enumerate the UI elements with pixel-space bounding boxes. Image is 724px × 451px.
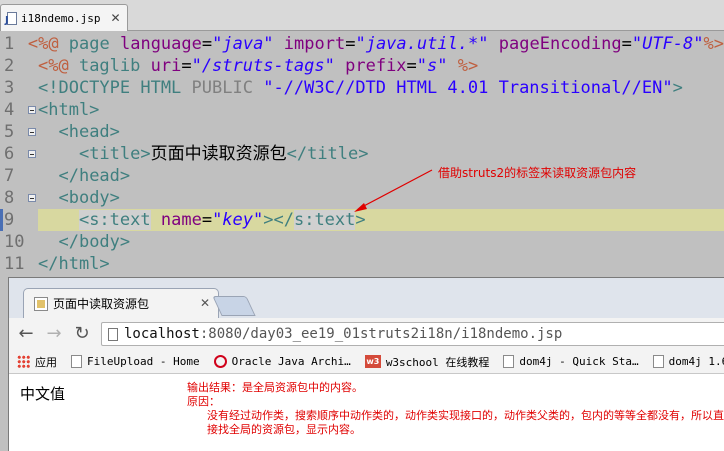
code-editor: J i18ndemo.jsp ✕ 1 <%@ page language="ja…: [0, 0, 724, 275]
line-number: 3: [4, 78, 15, 98]
bookmark-oracle[interactable]: Oracle Java Archi…: [213, 355, 351, 368]
code-text: </html>: [38, 254, 110, 274]
code-area[interactable]: 1 <%@ page language="java" import="java.…: [0, 33, 724, 275]
w3school-icon: w3: [364, 355, 381, 368]
bookmark-apps[interactable]: 应用: [17, 354, 57, 370]
reload-icon[interactable]: ↻: [71, 323, 93, 345]
rendered-value: 中文值: [20, 385, 66, 403]
editor-tab-title: i18ndemo.jsp: [21, 11, 101, 25]
bookmark-dom4j[interactable]: dom4j 1.6.: [652, 355, 724, 368]
code-line: 6 <title>页面中读取资源包</title>: [0, 143, 724, 165]
line-number: 10: [4, 232, 25, 252]
code-text: <%@ page language="java" import="java.ut…: [27, 34, 724, 54]
code-text: </body>: [58, 232, 131, 252]
bookmark-dom4j-quickstart[interactable]: dom4j - Quick Sta…: [503, 355, 639, 368]
note-line-reason-label: 原因：: [187, 395, 220, 408]
line-number: 1: [4, 34, 15, 54]
page-content: 中文值 输出结果：是全局资源包中的内容。 原因： 没有经过动作类，搜索顺序中动作…: [9, 375, 724, 451]
line-number: 11: [4, 254, 25, 274]
current-code-line: 9 <s:text name="key"></s:text>: [0, 209, 724, 231]
browser-tab-title: 页面中读取资源包: [53, 297, 150, 311]
fold-toggle-icon[interactable]: [28, 194, 36, 202]
apps-icon: [17, 355, 30, 368]
bookmark-w3school[interactable]: w3 w3school 在线教程: [364, 354, 489, 370]
favicon-icon: [34, 296, 48, 311]
code-text: <s:text name="key"></s:text>: [78, 210, 366, 230]
close-icon[interactable]: ✕: [110, 11, 120, 25]
editor-tab-bar: J i18ndemo.jsp ✕: [0, 0, 724, 31]
browser-tab-active[interactable]: 页面中读取资源包 ✕: [23, 288, 219, 318]
bookmarks-bar: 应用 FileUpload - Home Oracle Java Archi… …: [9, 350, 724, 374]
code-text: </head>: [58, 166, 131, 186]
back-arrow-icon[interactable]: ←: [15, 323, 37, 345]
fold-toggle-icon[interactable]: [28, 128, 36, 136]
address-bar[interactable]: localhost:8080/day03_ee19_01struts2i18n/…: [101, 322, 724, 346]
code-line: 1 <%@ page language="java" import="java.…: [0, 33, 724, 55]
browser-tab-strip: 页面中读取资源包 ✕: [9, 278, 724, 318]
code-line: 8 <body>: [0, 187, 724, 209]
current-line-marker: [0, 209, 3, 231]
editor-tab-i18ndemo[interactable]: J i18ndemo.jsp ✕: [0, 4, 128, 31]
oracle-icon: [213, 355, 227, 368]
close-icon[interactable]: ✕: [200, 296, 210, 310]
code-text: <head>: [58, 122, 120, 142]
code-line: 4 <html>: [0, 99, 724, 121]
annotation-label: 借助struts2的标签来读取资源包内容: [438, 166, 637, 180]
page-icon: [503, 355, 515, 368]
code-text: <title>页面中读取资源包</title>: [78, 144, 369, 164]
url-text: localhost:8080/day03_ee19_01struts2i18n/…: [124, 326, 563, 342]
page-icon: [652, 355, 664, 368]
line-number: 5: [0, 121, 38, 143]
browser-window: 页面中读取资源包 ✕ ← → ↻ localhost:8080/day03_ee…: [8, 277, 724, 451]
code-text: <%@ taglib uri="/struts-tags" prefix="s"…: [38, 56, 479, 76]
note-line-reason: 没有经过动作类，搜索顺序中动作类的，动作类实现接口的，动作类父类的，包内的等等全…: [207, 409, 724, 436]
result-note: 输出结果：是全局资源包中的内容。 原因： 没有经过动作类，搜索顺序中动作类的，动…: [187, 381, 724, 437]
code-line: 10 </body>: [0, 231, 724, 253]
fold-toggle-icon[interactable]: [28, 150, 36, 158]
code-line: 5 <head>: [0, 121, 724, 143]
line-number: 4: [0, 99, 38, 121]
fold-toggle-icon[interactable]: [28, 106, 36, 114]
code-line: 2 <%@ taglib uri="/struts-tags" prefix="…: [0, 55, 724, 77]
code-text: <html>: [38, 100, 100, 120]
page-icon: [71, 355, 82, 368]
line-number: 9: [0, 209, 38, 231]
line-number: 2: [4, 56, 15, 76]
bookmark-fileupload[interactable]: FileUpload - Home: [71, 355, 200, 368]
code-line: 3 <!DOCTYPE HTML PUBLIC "-//W3C//DTD HTM…: [0, 77, 724, 99]
line-number: 8: [0, 187, 38, 209]
page-icon: [108, 327, 118, 341]
line-number: 7: [4, 166, 15, 186]
navigation-bar: ← → ↻ localhost:8080/day03_ee19_01struts…: [9, 318, 724, 350]
forward-arrow-icon[interactable]: →: [43, 323, 65, 345]
code-text: <body>: [58, 188, 120, 208]
note-line-result: 输出结果：是全局资源包中的内容。: [187, 381, 363, 394]
code-text: <!DOCTYPE HTML PUBLIC "-//W3C//DTD HTML …: [38, 78, 683, 98]
code-line: 11 </html>: [0, 253, 724, 275]
line-number: 6: [0, 143, 38, 165]
jsp-file-icon: J: [5, 11, 17, 26]
